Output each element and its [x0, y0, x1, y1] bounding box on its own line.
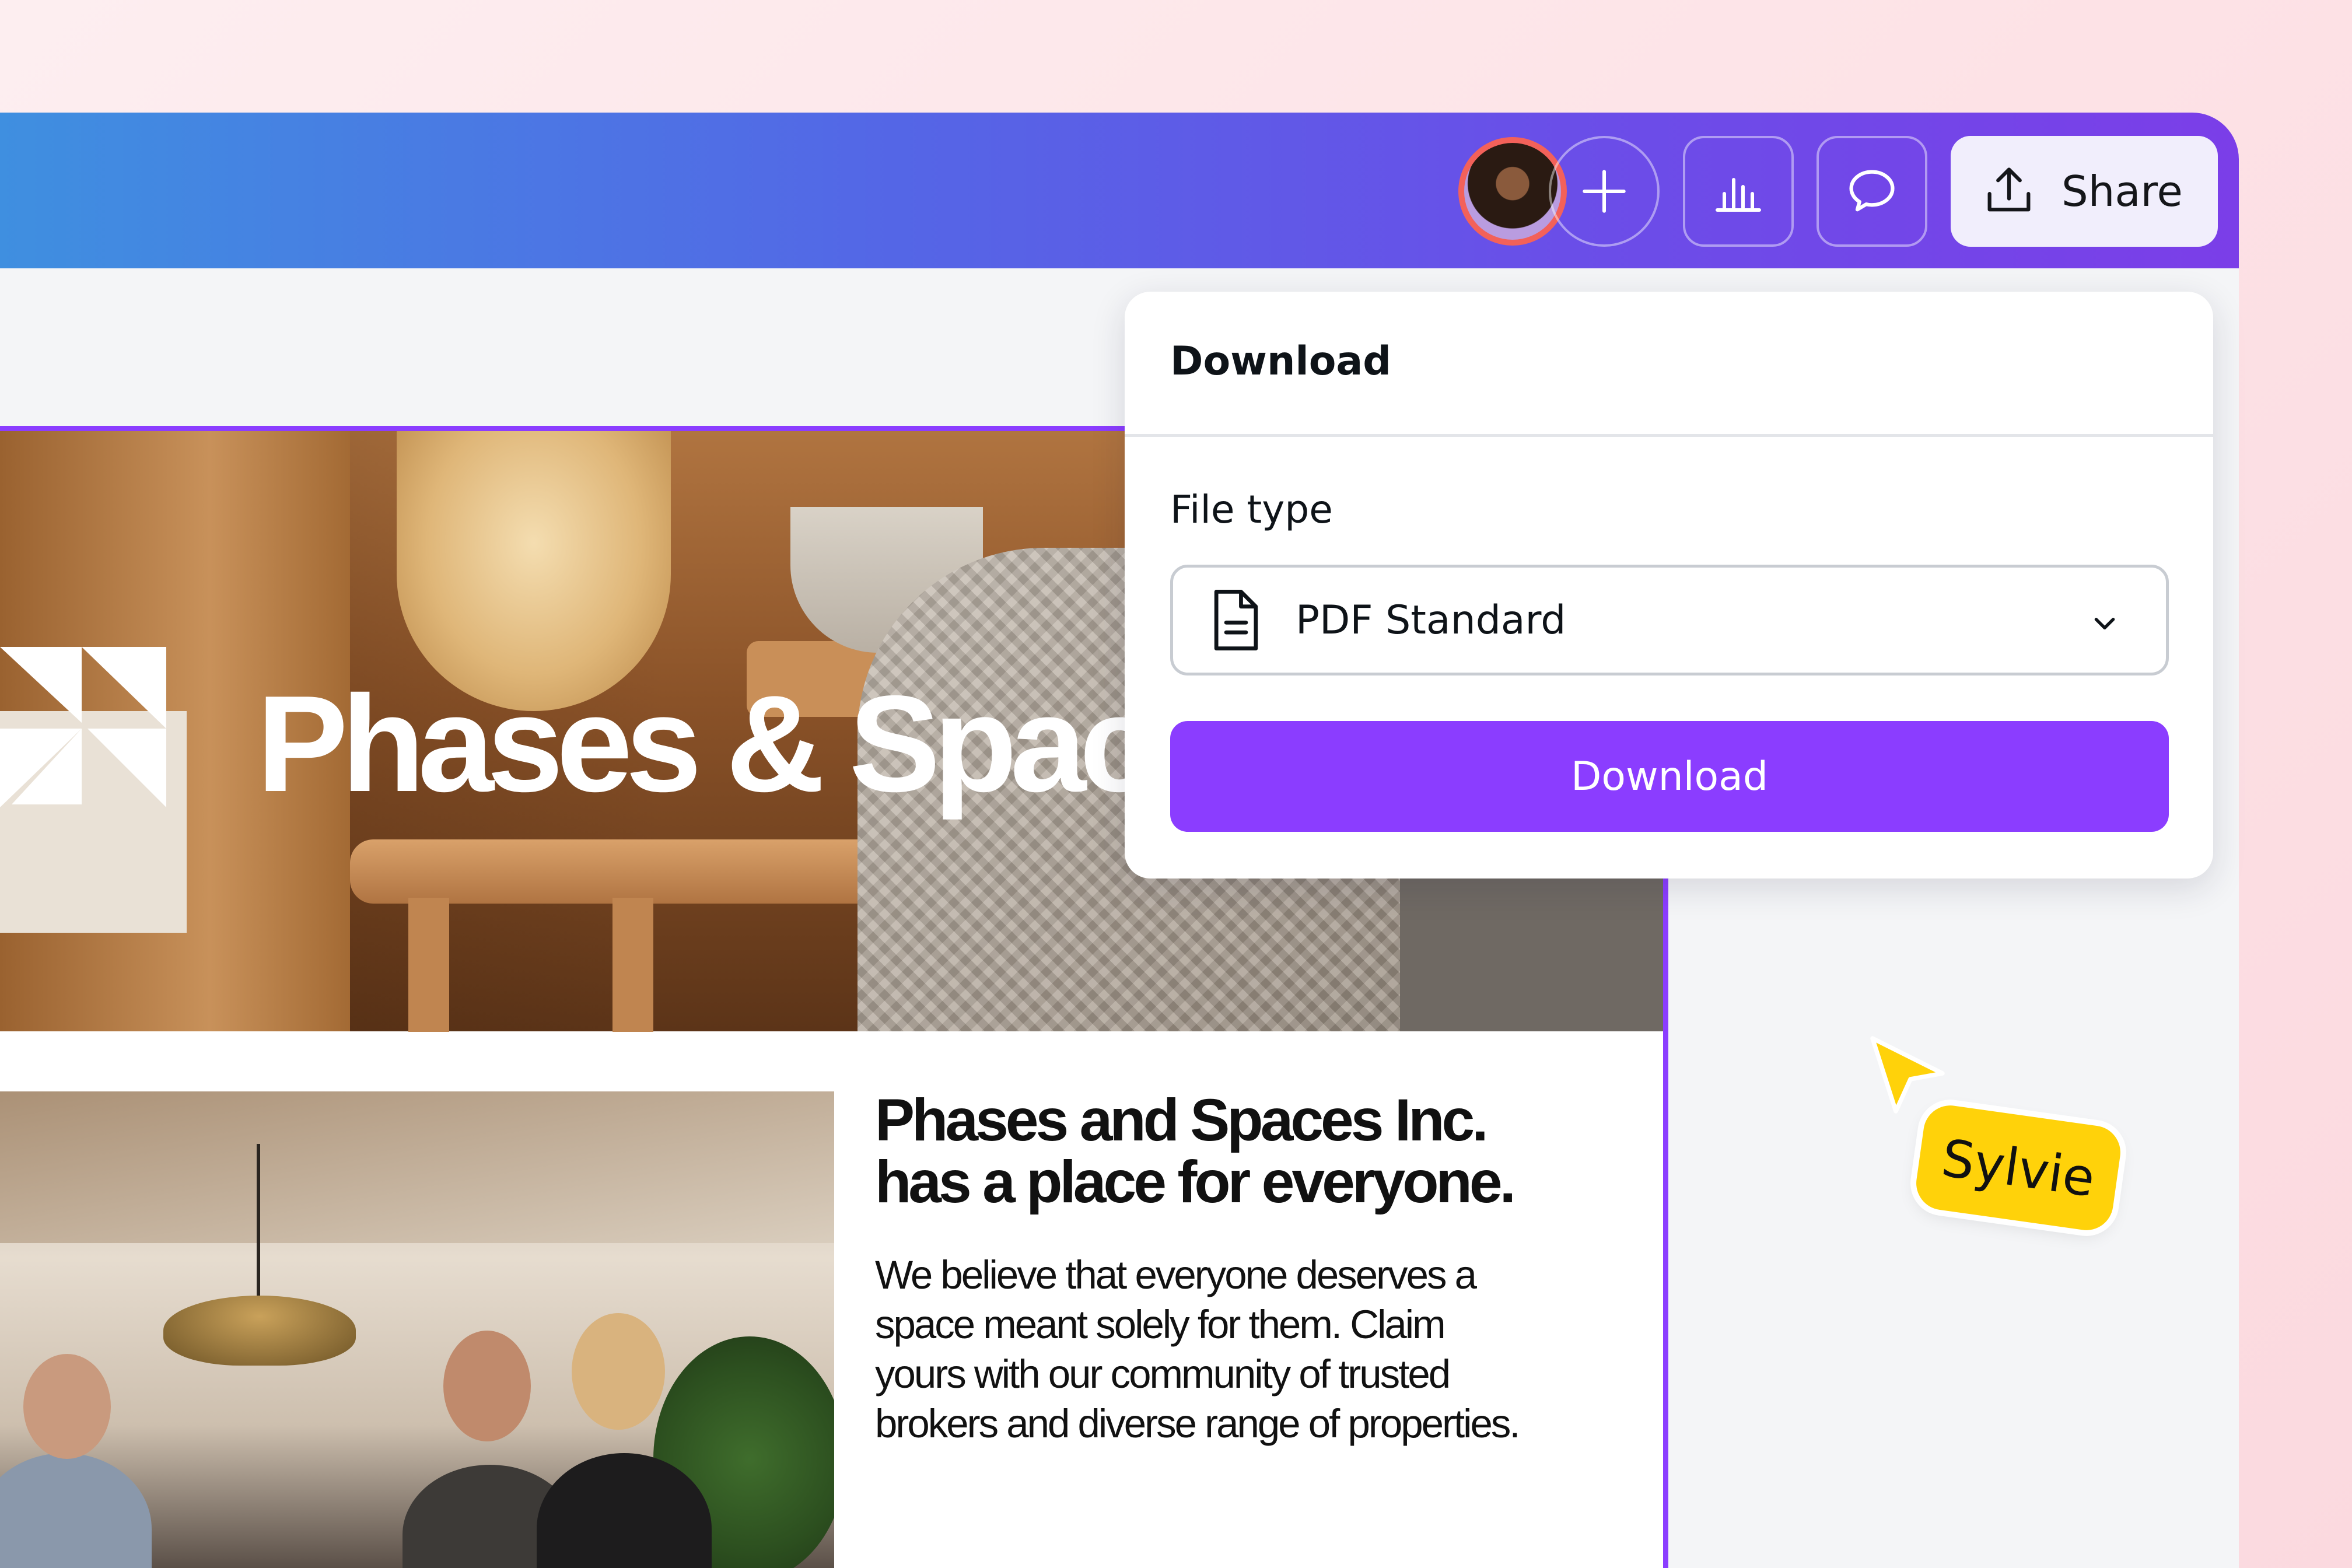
text-block[interactable]: Phases and Spaces Inc. has a place for e…: [875, 1089, 1604, 1448]
share-button-label: Share: [2062, 167, 2183, 216]
download-button-label: Download: [1570, 753, 1768, 800]
body-paragraph[interactable]: We believe that everyone deserves a spac…: [875, 1250, 1604, 1448]
file-type-label: File type: [1170, 487, 1333, 532]
section-heading[interactable]: Phases and Spaces Inc. has a place for e…: [875, 1089, 1604, 1213]
stool-leg: [408, 898, 449, 1032]
pendant-lamp: [163, 1296, 356, 1366]
heading-line: has a place for everyone.: [875, 1149, 1516, 1215]
laptop: [1400, 874, 1663, 1031]
person-left: [0, 1354, 152, 1568]
chevron-down-icon: [2094, 618, 2115, 630]
share-button[interactable]: Share: [1951, 136, 2218, 247]
document-icon: [1214, 589, 1258, 651]
collaborator-name: Sylvie: [1938, 1127, 2099, 1209]
body-line: We believe that everyone deserves a: [875, 1252, 1477, 1297]
share-upload-icon: [1987, 167, 2031, 212]
lamp-cord: [257, 1144, 260, 1301]
heading-line: Phases and Spaces Inc.: [875, 1087, 1489, 1153]
team-photo[interactable]: [0, 1091, 834, 1568]
download-panel: Download File type PDF Standard Download: [1125, 292, 2213, 878]
insights-button[interactable]: [1683, 136, 1794, 247]
add-collaborator-button[interactable]: [1549, 136, 1660, 247]
stool-leg: [612, 898, 653, 1032]
file-type-select[interactable]: PDF Standard: [1170, 565, 2169, 676]
top-toolbar: Share: [0, 113, 2239, 268]
download-button[interactable]: Download: [1170, 721, 2169, 832]
divider: [1125, 434, 2213, 437]
panel-title: Download: [1170, 338, 1391, 384]
file-type-value: PDF Standard: [1296, 597, 1566, 643]
brand-logo-icon: [0, 647, 166, 807]
plus-icon: [1583, 170, 1626, 213]
analytics-icon: [1716, 178, 1761, 212]
comments-button[interactable]: [1817, 136, 1927, 247]
body-line: space meant solely for them. Claim: [875, 1302, 1446, 1347]
ceiling: [0, 1091, 834, 1243]
comment-icon: [1849, 170, 1895, 212]
avatar-image: [1464, 143, 1561, 240]
body-line: yours with our community of trusted: [875, 1352, 1451, 1396]
body-line: brokers and diverse range of properties.: [875, 1401, 1521, 1446]
